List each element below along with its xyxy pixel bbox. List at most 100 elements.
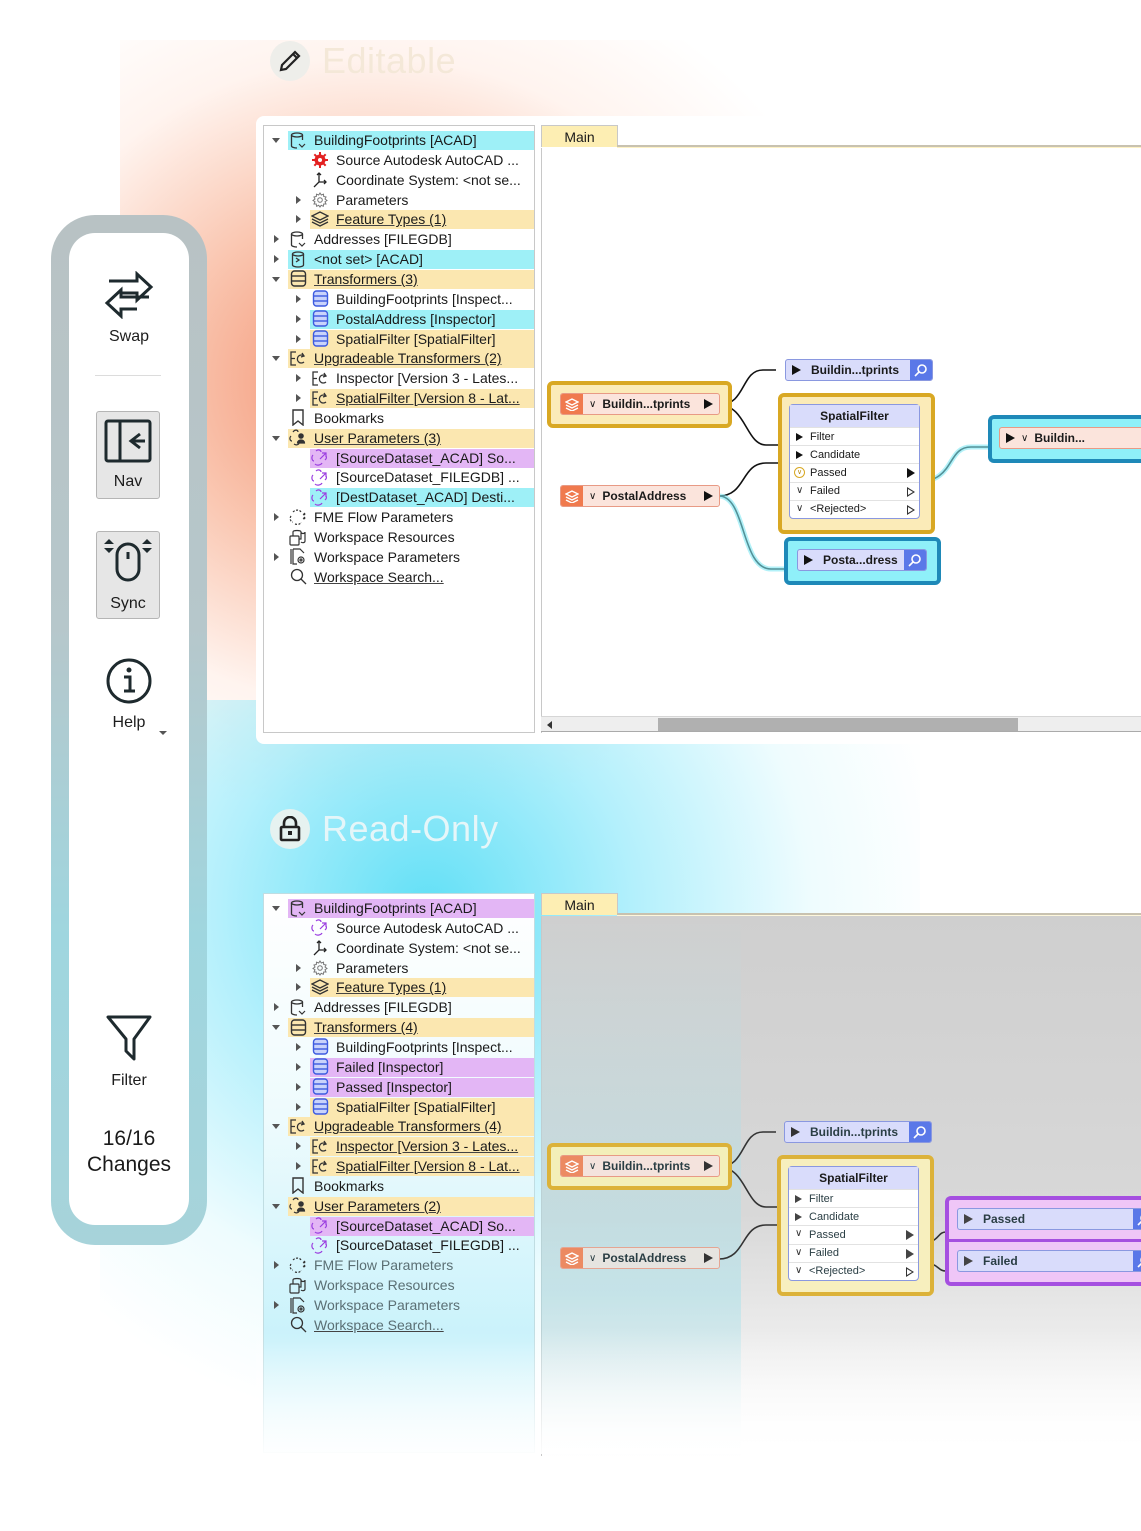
- expand-arrow-right-icon[interactable]: [274, 235, 279, 244]
- output-port-icon[interactable]: [704, 1253, 713, 1263]
- tree-item[interactable]: <not set> [ACAD]: [264, 250, 534, 270]
- reader-buildingfootprints[interactable]: ∨ Buildin...tprints: [560, 1155, 720, 1177]
- spatialfilter-transformer[interactable]: SpatialFilter Filter Candidate ∨ Passed ∨…: [788, 1166, 919, 1281]
- chevron-down-icon[interactable]: ∨: [589, 1253, 596, 1264]
- reader-buildingfootprints[interactable]: ∨ Buildin...tprints: [560, 393, 720, 415]
- nav-button[interactable]: Nav: [96, 411, 160, 499]
- port-failed[interactable]: ∨ Failed: [789, 1243, 918, 1262]
- tree-item[interactable]: User Parameters (2): [264, 1196, 534, 1216]
- expand-arrow-right-icon[interactable]: [296, 215, 301, 224]
- tree-item[interactable]: Feature Types (1): [264, 210, 534, 230]
- expand-arrow-right-icon[interactable]: [274, 255, 279, 264]
- tree-item[interactable]: Parameters: [264, 191, 534, 210]
- tree-item[interactable]: [SourceDataset_FILEGDB] ...: [264, 468, 534, 487]
- port-rejected[interactable]: ∨ <Rejected>: [789, 1261, 918, 1280]
- tree-item[interactable]: Failed [Inspector]: [264, 1057, 534, 1077]
- tree-item[interactable]: FME Flow Parameters: [264, 508, 534, 527]
- magnifier-icon[interactable]: [1133, 1251, 1141, 1271]
- tree-item[interactable]: Inspector [Version 3 - Lates...: [264, 1137, 534, 1157]
- tree-item[interactable]: Coordinate System: <not se...: [264, 171, 534, 190]
- expand-arrow-right-icon[interactable]: [274, 552, 279, 561]
- filter-button[interactable]: Filter: [69, 1013, 189, 1090]
- output-port-icon[interactable]: [704, 399, 713, 409]
- tree-item[interactable]: Inspector [Version 3 - Lates...: [264, 369, 534, 388]
- expand-arrow-right-icon[interactable]: [296, 195, 301, 204]
- tree-item[interactable]: Bookmarks: [264, 1177, 534, 1196]
- output-port-icon[interactable]: [906, 1248, 914, 1259]
- expand-arrow-down-icon[interactable]: [272, 1025, 280, 1031]
- output-port-hollow-icon[interactable]: [907, 486, 915, 497]
- expand-arrow-down-icon[interactable]: [272, 138, 280, 143]
- inspector-failed[interactable]: Failed: [957, 1250, 1141, 1272]
- expand-arrow-right-icon[interactable]: [274, 1261, 279, 1270]
- navigator-tree[interactable]: BuildingFootprints [ACAD] Source Autodesk…: [263, 893, 535, 1453]
- expand-arrow-right-icon[interactable]: [296, 334, 301, 343]
- spatialfilter-transformer[interactable]: SpatialFilter Filter Candidate ∨ Passed ∨…: [789, 404, 920, 519]
- tree-item[interactable]: Workspace Search...: [264, 568, 534, 587]
- expand-arrow-right-icon[interactable]: [296, 1142, 301, 1151]
- tree-item[interactable]: Upgradeable Transformers (4): [264, 1117, 534, 1137]
- inspector-buildingfootprints[interactable]: Buildin...tprints: [785, 359, 933, 381]
- tree-item[interactable]: Transformers (3): [264, 269, 534, 289]
- chevron-down-icon[interactable]: ∨: [589, 491, 596, 502]
- tree-item[interactable]: Workspace Resources: [264, 1276, 534, 1295]
- tree-item[interactable]: SpatialFilter [Version 8 - Lat...: [264, 389, 534, 409]
- port-passed[interactable]: ∨ Passed: [790, 463, 919, 481]
- expand-arrow-right-icon[interactable]: [296, 314, 301, 323]
- tree-item[interactable]: BuildingFootprints [ACAD]: [264, 899, 534, 918]
- tree-item[interactable]: Addresses [FILEGDB]: [264, 998, 534, 1017]
- port-filter[interactable]: Filter: [789, 1189, 918, 1207]
- output-port-icon[interactable]: [704, 1161, 713, 1171]
- tree-item[interactable]: [DestDataset_ACAD] Desti...: [264, 488, 534, 508]
- tree-item[interactable]: BuildingFootprints [Inspect...: [264, 1038, 534, 1057]
- tree-item[interactable]: [SourceDataset_ACAD] So...: [264, 1216, 534, 1236]
- port-rejected[interactable]: ∨ <Rejected>: [790, 499, 919, 518]
- tree-item[interactable]: Workspace Parameters: [264, 1296, 534, 1315]
- expand-arrow-right-icon[interactable]: [296, 963, 301, 972]
- chevron-down-icon[interactable]: ∨: [589, 1161, 596, 1172]
- expand-arrow-right-icon[interactable]: [296, 1062, 301, 1071]
- expand-arrow-down-icon[interactable]: [272, 1203, 280, 1209]
- tree-item[interactable]: SpatialFilter [Version 8 - Lat...: [264, 1157, 534, 1177]
- tree-item[interactable]: Feature Types (1): [264, 978, 534, 998]
- expand-arrow-right-icon[interactable]: [296, 1082, 301, 1091]
- tree-item[interactable]: SpatialFilter [SpatialFilter]: [264, 1097, 534, 1117]
- help-dropdown-caret-icon[interactable]: [159, 731, 167, 735]
- scroll-left-arrow-icon[interactable]: [547, 721, 552, 729]
- horizontal-scrollbar[interactable]: [541, 716, 1141, 732]
- expand-arrow-right-icon[interactable]: [274, 1003, 279, 1012]
- tree-item[interactable]: Passed [Inspector]: [264, 1077, 534, 1097]
- tree-item[interactable]: BuildingFootprints [Inspect...: [264, 290, 534, 309]
- expand-arrow-right-icon[interactable]: [296, 1102, 301, 1111]
- expand-arrow-down-icon[interactable]: [272, 906, 280, 911]
- tree-item[interactable]: Transformers (4): [264, 1018, 534, 1038]
- expand-arrow-right-icon[interactable]: [296, 374, 301, 383]
- expand-arrow-right-icon[interactable]: [296, 983, 301, 992]
- port-candidate[interactable]: Candidate: [790, 445, 919, 463]
- tree-item[interactable]: Workspace Search...: [264, 1316, 534, 1335]
- port-filter[interactable]: Filter: [790, 427, 919, 445]
- magnifier-icon[interactable]: [904, 550, 926, 570]
- expand-arrow-down-icon[interactable]: [272, 435, 280, 441]
- output-port-icon[interactable]: [907, 468, 915, 479]
- port-candidate[interactable]: Candidate: [789, 1207, 918, 1225]
- inspector-passed[interactable]: Passed: [957, 1208, 1141, 1230]
- expand-arrow-right-icon[interactable]: [296, 1042, 301, 1051]
- sync-button[interactable]: Sync: [96, 531, 160, 619]
- expand-arrow-down-icon[interactable]: [272, 356, 280, 362]
- expand-arrow-down-icon[interactable]: [272, 276, 280, 282]
- chevron-down-icon[interactable]: ∨: [1021, 433, 1028, 444]
- expand-arrow-right-icon[interactable]: [274, 1301, 279, 1309]
- reader-postaladdress[interactable]: ∨ PostalAddress: [560, 485, 720, 507]
- tree-item[interactable]: FME Flow Parameters: [264, 1256, 534, 1275]
- swap-button[interactable]: Swap: [69, 270, 189, 346]
- inspector-postaladdress[interactable]: Posta...dress: [797, 549, 927, 571]
- tree-item[interactable]: [SourceDataset_ACAD] So...: [264, 448, 534, 468]
- inspector-buildingfootprints[interactable]: Buildin...tprints: [784, 1121, 932, 1143]
- output-port-icon[interactable]: [704, 491, 713, 501]
- expand-arrow-down-icon[interactable]: [272, 1124, 280, 1130]
- help-button[interactable]: Help: [69, 657, 189, 732]
- port-passed[interactable]: ∨ Passed: [789, 1225, 918, 1243]
- tree-item[interactable]: Parameters: [264, 959, 534, 978]
- tree-item[interactable]: BuildingFootprints [ACAD]: [264, 131, 534, 150]
